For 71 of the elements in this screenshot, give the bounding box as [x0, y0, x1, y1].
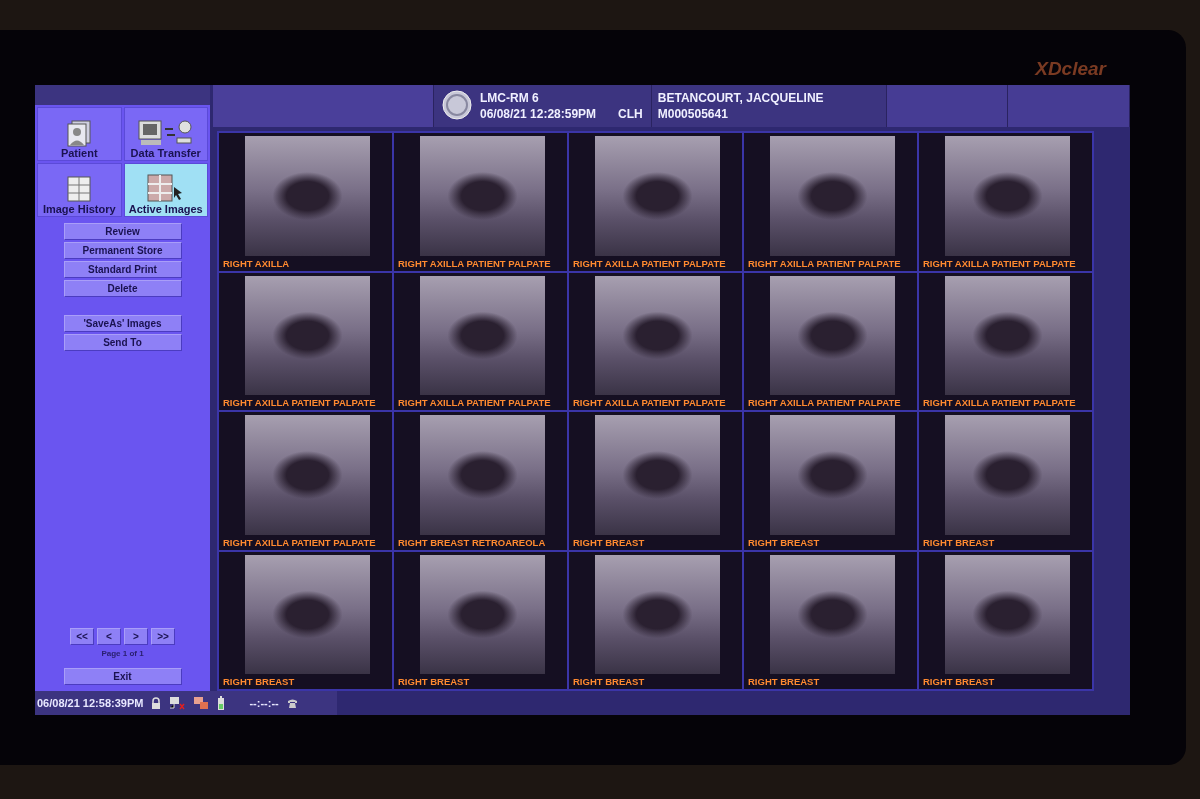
photo-placeholder[interactable] [595, 275, 720, 395]
system-datetime: 06/08/21 12:58:39PM [37, 697, 144, 709]
image-label: RIGHT AXILLA PATIENT PALPATE [748, 257, 902, 269]
image-label: RIGHT AXILLA PATIENT PALPATE [748, 397, 902, 408]
nav-tab[interactable]: Image History [37, 163, 122, 217]
page-button[interactable]: > [124, 628, 148, 645]
image-label: RIGHT AXILLA PATIENT PALPATE [398, 397, 552, 408]
image-label: RIGHT BREAST [573, 536, 646, 548]
nav-tab[interactable]: Patient [37, 107, 122, 161]
image-label: RIGHT AXILLA PATIENT PALPATE [573, 257, 727, 269]
photo-placeholder[interactable] [770, 136, 895, 256]
station-name: LMC-RM 6 [480, 91, 540, 105]
telephone-icon [286, 697, 298, 709]
nav-tab[interactable]: Data Transfer [123, 107, 208, 161]
photo-placeholder[interactable] [595, 136, 720, 256]
patient-id: M000505641 [657, 107, 729, 121]
photo-placeholder[interactable] [420, 275, 545, 395]
image-label: RIGHT AXILLA PATIENT PALPATE [223, 397, 377, 408]
image-label: RIGHT BREAST [398, 676, 471, 687]
page-indicator: Page 1 of 1 [101, 649, 144, 658]
computer-transfer-icon [136, 119, 195, 147]
photo-placeholder[interactable] [420, 554, 545, 674]
photo-placeholder[interactable] [945, 275, 1070, 395]
exam-datetime: 06/08/21 12:28:59PM [480, 107, 597, 121]
image-label: RIGHT AXILLA PATIENT PALPATE [923, 257, 1077, 269]
photo-placeholder[interactable] [595, 554, 720, 674]
photo-placeholder[interactable] [945, 554, 1070, 674]
action-button[interactable]: Standard Print [63, 261, 182, 278]
photo-placeholder[interactable] [245, 275, 370, 395]
computer-transfer-icon [193, 696, 210, 710]
photo-placeholder[interactable] [595, 415, 720, 535]
image-label: RIGHT BREAST [573, 676, 646, 687]
image-label: RIGHT AXILLA PATIENT PALPATE [573, 397, 727, 408]
round-logo-icon [442, 90, 472, 120]
image-label: RIGHT BREAST [923, 676, 996, 687]
image-label: RIGHT BREAST [223, 676, 296, 687]
action-button[interactable]: Review [63, 223, 182, 240]
nav-tab[interactable]: Active Images [123, 163, 208, 217]
operator-initials: CLH [618, 107, 643, 121]
exit-button[interactable]: Exit [63, 668, 182, 685]
image-label: RIGHT AXILLA [223, 257, 291, 269]
action-button[interactable]: 'SaveAs' Images [63, 315, 182, 332]
patient-name: BETANCOURT, JACQUELINE [657, 91, 825, 105]
image-label: RIGHT BREAST [748, 676, 821, 687]
battery-icon [217, 695, 226, 711]
lock-icon [151, 697, 162, 709]
photo-placeholder[interactable] [245, 415, 370, 535]
image-label: RIGHT AXILLA PATIENT PALPATE [223, 536, 377, 548]
timer-readout: --:--:-- [249, 697, 279, 709]
photo-placeholder[interactable] [245, 554, 370, 674]
photo-placeholder[interactable] [420, 415, 545, 535]
image-label: RIGHT BREAST [923, 536, 996, 548]
photo-placeholder[interactable] [945, 415, 1070, 535]
brand-logo: XDclear [1035, 58, 1106, 79]
action-button[interactable]: Permanent Store [63, 242, 182, 259]
network-error-icon [169, 696, 186, 710]
photo-placeholder[interactable] [770, 554, 895, 674]
image-label: RIGHT AXILLA PATIENT PALPATE [923, 397, 1077, 408]
page-button[interactable]: << [70, 628, 94, 645]
page-button[interactable]: >> [151, 628, 175, 645]
image-label: RIGHT BREAST [748, 536, 821, 548]
photo-placeholder[interactable] [945, 136, 1070, 256]
photo-placeholder[interactable] [245, 136, 370, 256]
photo-placeholder[interactable] [770, 415, 895, 535]
action-button[interactable]: Delete [63, 280, 182, 297]
page-button[interactable]: < [97, 628, 121, 645]
action-button[interactable]: Send To [63, 334, 182, 351]
photo-placeholder[interactable] [420, 136, 545, 256]
image-label: RIGHT AXILLA PATIENT PALPATE [398, 257, 552, 269]
image-label: RIGHT BREAST RETROAREOLA [398, 536, 547, 548]
photo-placeholder[interactable] [770, 275, 895, 395]
